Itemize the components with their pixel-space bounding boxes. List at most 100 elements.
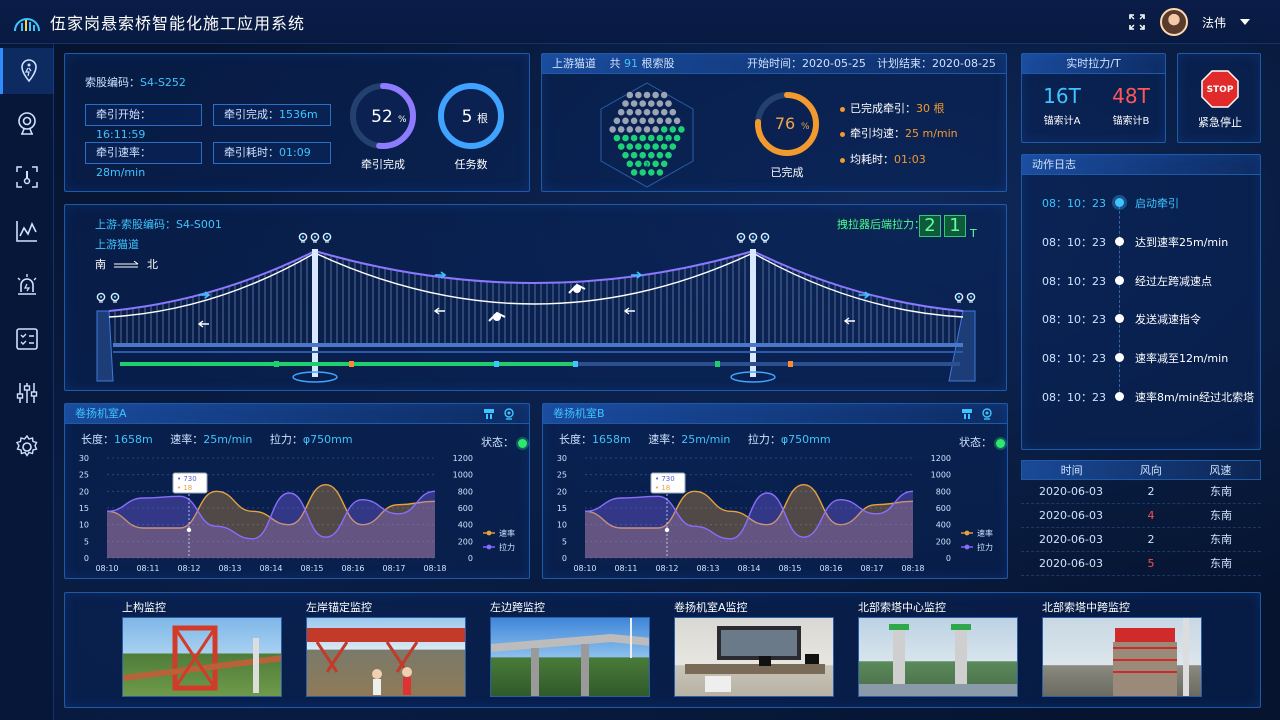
timeline-dot — [1115, 392, 1124, 401]
x-tick: 08:16 — [819, 564, 842, 573]
completion-ring: 76 % — [755, 92, 819, 156]
legend-label: 速率 — [499, 528, 515, 538]
strand-cell — [638, 134, 647, 142]
return-arrow-icon — [843, 317, 855, 325]
sensor-pin-icon[interactable] — [736, 232, 746, 243]
monitor-feed-left-span[interactable] — [490, 617, 650, 697]
legend-label: 速率 — [977, 528, 993, 538]
x-tick: 08:14 — [737, 564, 760, 573]
legend-label: 拉力 — [977, 542, 993, 552]
hover-point[interactable] — [186, 527, 192, 533]
strand-cell — [638, 116, 647, 125]
y-tick-left: 10 — [79, 521, 89, 530]
monitor-icon[interactable] — [961, 408, 973, 420]
progress-ring-unit: % — [398, 115, 407, 125]
fullscreen-icon[interactable] — [1128, 13, 1146, 31]
cable-panel: 索股编码：S4-S252 牵引开始：16:11:59 牵引完成：1536m 牵引… — [64, 53, 530, 192]
log-row[interactable]: 08：10：23 速率8m/min经过北索塔 — [1022, 389, 1260, 409]
gear-icon — [15, 434, 38, 457]
strand-panel-header: 上游猫道 共 91 根索股 开始时间：2020-05-25 计划结束：2020-… — [542, 54, 1006, 74]
strand-cell — [664, 151, 673, 160]
sidebar-item-chart[interactable] — [0, 208, 54, 254]
log-row[interactable]: 08：10：23 经过左跨减速点 — [1022, 273, 1260, 293]
y-tick-left: 5 — [84, 537, 89, 546]
location-walk-icon — [20, 59, 37, 83]
strand-cell — [617, 108, 626, 117]
x-tick: 08:11 — [136, 564, 159, 573]
wind-table-header: 时间 风向 风速 — [1021, 460, 1261, 480]
table-row: 2020-06-03 2 东南 — [1021, 528, 1261, 552]
x-tick: 08:10 — [573, 564, 596, 573]
strand-cell — [660, 91, 669, 99]
strand-cell — [656, 116, 664, 125]
strand-cell — [651, 159, 660, 168]
y-tick-right: 1000 — [453, 471, 473, 480]
y-tick-left: 30 — [79, 454, 89, 463]
x-tick: 08:17 — [382, 564, 405, 573]
strand-cell — [647, 168, 656, 177]
sensor-pin-icon[interactable] — [310, 232, 320, 243]
monitor-feed-upper-structure[interactable] — [122, 617, 282, 697]
x-tick: 08:17 — [860, 564, 883, 573]
user-name[interactable]: 法伟 — [1202, 14, 1226, 31]
log-row[interactable]: 08：10：23 速率减至12m/min — [1022, 350, 1260, 370]
emergency-stop-button[interactable]: STOP 紧急停止 — [1177, 53, 1261, 143]
task-ring-value: 5 — [462, 107, 473, 127]
sidebar-item-location[interactable] — [0, 48, 54, 94]
camera-icon[interactable] — [503, 408, 515, 420]
south-abutment — [96, 310, 114, 382]
y-tick-left: 0 — [84, 554, 89, 563]
tooltip-force: • 730 — [177, 475, 197, 483]
sensor-pin-icon[interactable] — [966, 292, 976, 303]
strand-cell — [630, 134, 638, 142]
monitor-feed-winch-a[interactable] — [674, 617, 834, 697]
y-tick-right: 400 — [936, 521, 951, 530]
marker — [494, 361, 499, 367]
sensor-pin-icon[interactable] — [298, 232, 308, 243]
hover-point[interactable] — [664, 527, 670, 533]
log-row[interactable]: 08：10：23 启动牵引 — [1022, 195, 1260, 215]
sensor-pin-icon[interactable] — [954, 292, 964, 303]
strand-cell — [651, 108, 660, 117]
strand-cell — [643, 108, 651, 117]
sidebar-item-checklist[interactable] — [0, 316, 54, 362]
strand-cell — [656, 151, 664, 160]
y-tick-left: 15 — [79, 504, 89, 513]
strand-cell — [643, 91, 651, 99]
sensor-pin-icon[interactable] — [748, 232, 758, 243]
sensor-pin-icon[interactable] — [110, 292, 120, 303]
strand-cell — [638, 151, 647, 160]
sidebar-item-controls[interactable] — [0, 370, 54, 416]
chevron-down-icon[interactable] — [1240, 19, 1250, 25]
deck-top — [113, 343, 963, 347]
y-tick-left: 20 — [557, 487, 567, 496]
sensor-pin-icon[interactable] — [760, 232, 770, 243]
strand-cell — [621, 116, 630, 125]
sidebar-item-alarm[interactable] — [0, 262, 54, 308]
strand-cell — [630, 99, 638, 108]
log-row[interactable]: 08：10：23 发送减速指令 — [1022, 311, 1260, 331]
sidebar-item-settings[interactable] — [0, 424, 54, 470]
sensor-pin-icon[interactable] — [96, 292, 106, 303]
monitor-feed-north-tower-span[interactable] — [1042, 617, 1202, 697]
table-row: 2020-06-03 4 东南 — [1021, 504, 1261, 528]
monitor-icon[interactable] — [483, 408, 495, 420]
strand-cell — [643, 142, 651, 151]
camera-icon[interactable] — [981, 408, 993, 420]
tooltip-force: • 730 — [655, 475, 675, 483]
monitor-feed-north-tower-center[interactable] — [858, 617, 1018, 697]
sidebar-item-temperature[interactable] — [0, 154, 54, 200]
sidebar-item-camera[interactable] — [0, 100, 54, 146]
strand-cell — [660, 125, 669, 134]
y-tick-left: 25 — [79, 471, 89, 480]
log-row[interactable]: 08：10：23 达到速率25m/min — [1022, 234, 1260, 254]
sensor-pin-icon[interactable] — [322, 232, 332, 243]
winch-b-title: 卷扬机室B — [543, 404, 1007, 424]
marker — [788, 361, 793, 367]
x-tick: 08:18 — [423, 564, 446, 573]
monitor-feed-left-anchor[interactable] — [306, 617, 466, 697]
tension-panel: 实时拉力/T 16T 锚索计A 48T 锚索计B — [1021, 53, 1166, 143]
winch-a-chart: 0 5 10 15 20 25 30 0 200 400 600 800 1000 1200 08:10 08… — [79, 454, 515, 573]
completion-caption: 已完成 — [770, 166, 804, 179]
avatar[interactable] — [1159, 8, 1188, 36]
